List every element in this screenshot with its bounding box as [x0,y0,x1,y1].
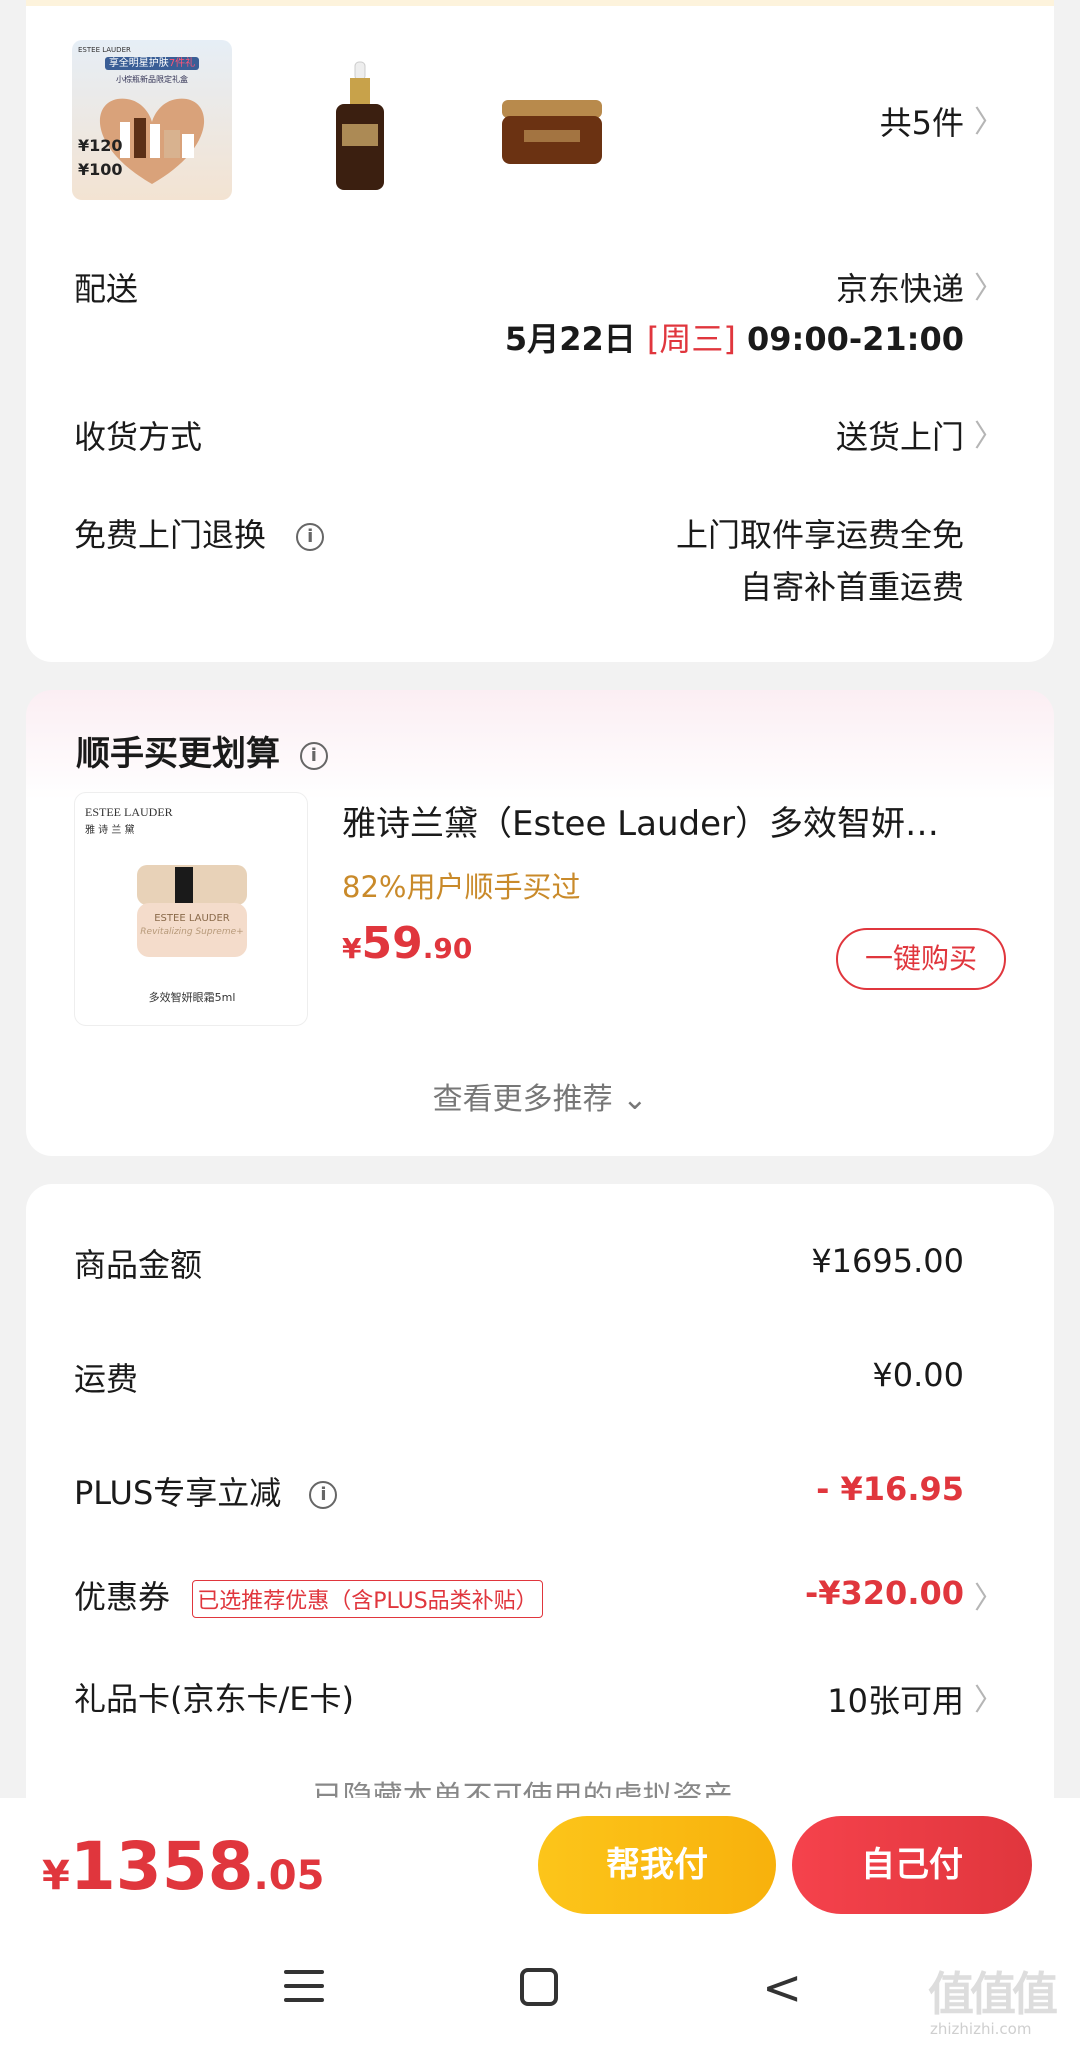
chevron-right-icon[interactable]: 〉 [974,263,1004,307]
delivery-carrier[interactable]: 京东快递 [836,264,964,310]
delivery-weekday: [周三] [646,320,736,358]
recommend-title-wrap: 顺手买更划算 i [76,726,328,775]
delivery-label: 配送 [74,270,139,308]
summary-label-plus: PLUS专享立减 [74,1474,282,1512]
home-icon[interactable] [520,1968,558,2006]
system-nav-bar: < 值值值 zhizhizhi.com [0,1940,1080,2052]
back-icon[interactable]: < [762,1960,802,2016]
order-info-card: ESTEE LAUDER 享全明星护肤7件礼 小棕瓶新品限定礼盒 ¥120 ¥1… [26,0,1054,662]
thumb-price-2: 100 [89,160,123,179]
thumb-price-1: 120 [89,136,123,155]
price-dec: .90 [422,932,473,965]
product-thumb-gift-set[interactable]: ESTEE LAUDER 享全明星护肤7件礼 小棕瓶新品限定礼盒 ¥120 ¥1… [72,40,232,200]
menu-icon[interactable] [284,1970,324,2002]
summary-label-coupon-wrap: 优惠券 已选推荐优惠（含PLUS品类补贴） [74,1572,543,1618]
product-thumb-serum[interactable] [280,40,440,200]
summary-value-shipping: ¥0.00 [872,1356,964,1394]
returns-label-text: 免费上门退换 [74,516,267,554]
delivery-date: 5月22日 [504,320,636,358]
summary-value-goods: ¥1695.00 [811,1242,964,1280]
total-int: 1358 [69,1828,254,1905]
item-count[interactable]: 共5件 [880,98,964,144]
receive-value[interactable]: 送货上门 [836,412,964,458]
summary-label-shipping: 运费 [74,1360,139,1398]
one-click-buy-button[interactable]: 一键购买 [836,928,1006,990]
recommend-stat: 82%用户顺手买过 [342,870,581,904]
eye-cream-jar-graphic [137,865,247,957]
card-top-strip [26,0,1054,6]
summary-value-coupon[interactable]: -¥320.00 [805,1574,964,1612]
serum-bottle-graphic [336,61,384,190]
delivery-window: 09:00-21:00 [747,320,964,358]
brand-en: ESTEE LAUDER [85,805,173,819]
product-thumb-eye-cream[interactable] [472,40,632,200]
recommend-price: ¥59.90 [342,918,472,969]
jar-sublabel: Revitalizing Supreme+ [140,927,244,937]
price-int: 59 [361,918,423,969]
summary-value-giftcard[interactable]: 10张可用 [827,1676,964,1722]
price-currency: ¥ [342,932,362,965]
info-icon[interactable]: i [296,523,325,551]
image-caption: 多效智妍眼霜5ml [148,991,236,1004]
checkout-bar: ¥1358.05 帮我付 自己付 [0,1798,1080,1940]
chevron-right-icon[interactable]: 〉 [974,1675,1004,1719]
total-dec: .05 [253,1853,325,1899]
returns-label: 免费上门退换 i [74,510,325,556]
total-price: ¥1358.05 [42,1828,324,1905]
chevron-right-icon[interactable]: 〉 [974,1573,1004,1617]
brand-cn: 雅 诗 兰 黛 [85,825,135,836]
recommend-title: 顺手买更划算 [76,734,280,774]
chevron-right-icon[interactable]: 〉 [974,411,1004,455]
summary-label-coupon: 优惠券 [74,1578,171,1616]
thumb-caption-highlight: 7件礼 [168,58,196,69]
jar-label: ESTEE LAUDER [154,913,230,924]
summary-label-goods: 商品金额 [74,1246,203,1284]
receive-label: 收货方式 [74,418,203,456]
info-icon[interactable]: i [309,1481,338,1509]
summary-value-plus: - ¥16.95 [816,1470,964,1508]
recommend-product-image[interactable]: ESTEE LAUDER 雅 诗 兰 黛 ESTEE LAUDER Revita… [74,792,308,1026]
thumb-caption: 享全明星护肤 [108,58,169,69]
eye-cream-jar-graphic [502,100,602,164]
coupon-tag[interactable]: 已选推荐优惠（含PLUS品类补贴） [192,1580,543,1618]
returns-line1: 上门取件享运费全免 [675,516,964,554]
watermark-logo: 值值值 [928,1967,1058,2021]
returns-line2: 自寄补首重运费 [739,568,964,606]
recommend-product-name[interactable]: 雅诗兰黛（Estee Lauder）多效智妍… [342,796,1022,845]
info-icon[interactable]: i [299,741,328,770]
summary-label-plus-wrap: PLUS专享立减 i [74,1468,338,1514]
recommend-card: 顺手买更划算 i ESTEE LAUDER 雅 诗 兰 黛 ESTEE LAUD… [26,690,1054,1156]
more-recommend-link[interactable]: 查看更多推荐 ⌄ [26,1074,1054,1118]
help-pay-button[interactable]: 帮我付 [538,1816,776,1914]
total-currency: ¥ [42,1853,70,1899]
watermark-url: zhizhizhi.com [930,2020,1032,2038]
price-summary-card: 商品金额 ¥1695.00 运费 ¥0.00 PLUS专享立减 i - ¥16.… [26,1184,1054,1884]
self-pay-button[interactable]: 自己付 [792,1816,1032,1914]
delivery-time[interactable]: 5月22日 [周三] 09:00-21:00 [505,314,964,360]
summary-label-giftcard: 礼品卡(京东卡/E卡) [74,1680,354,1718]
chevron-right-icon[interactable]: 〉 [974,97,1004,141]
